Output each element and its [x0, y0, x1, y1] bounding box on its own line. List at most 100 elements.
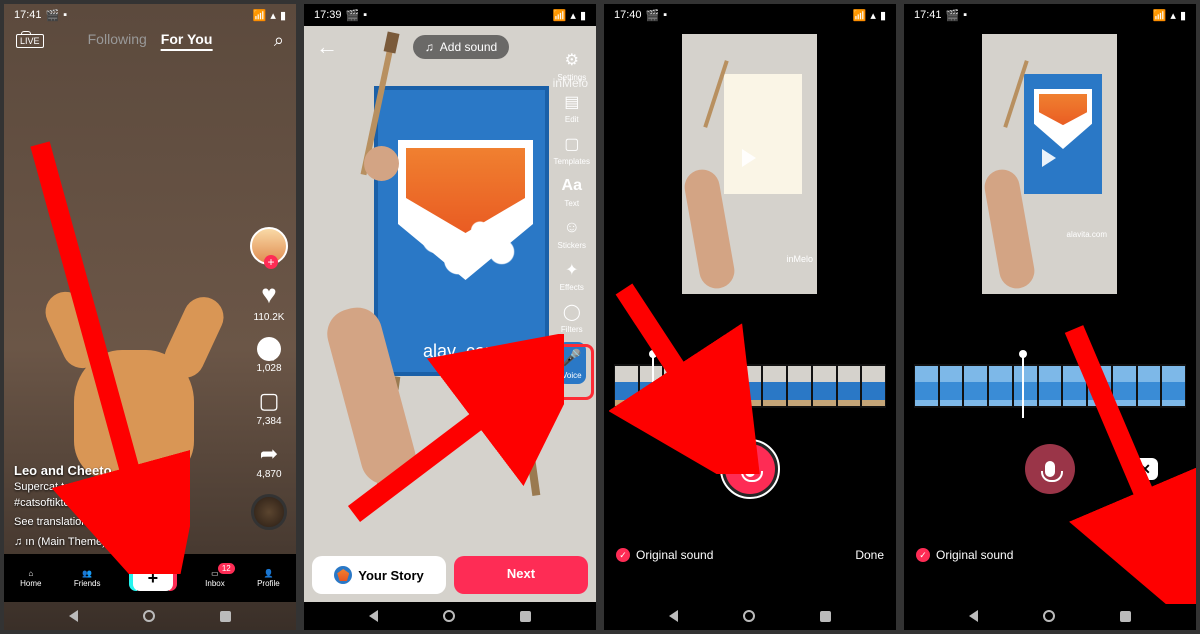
- timeline[interactable]: [614, 364, 886, 408]
- see-translation[interactable]: See translation: [14, 515, 236, 530]
- profile-icon: 👤: [263, 569, 273, 578]
- screen-4-voice-done: 17:41🎬▪ 📶▴▮ alavita.com ✕ ✓Original soun…: [904, 4, 1196, 630]
- story-icon: [334, 566, 352, 584]
- nav-profile[interactable]: 👤Profile: [257, 569, 280, 588]
- microphone-icon: [745, 461, 755, 477]
- live-icon[interactable]: LIVE: [16, 34, 44, 48]
- android-nav: [4, 602, 296, 630]
- comment-icon: [257, 337, 281, 361]
- music-note-icon: ♫: [425, 40, 434, 54]
- bookmark-button[interactable]: ▢7,384: [256, 388, 281, 427]
- editor-tool-rail: ⚙Settings ▤Edit ▢Templates AaText ☺Stick…: [554, 48, 590, 384]
- caption-overlay: Leo and Cheeto Supercat to your res... .…: [14, 462, 236, 550]
- inbox-badge: 12: [218, 563, 235, 574]
- stickers-icon: ☺: [560, 216, 584, 240]
- status-bar: 17:41🎬▪ 📶▴▮: [4, 4, 296, 26]
- status-bar: 17:41🎬▪ 📶▴▮: [904, 4, 1196, 26]
- friends-icon: 👥: [82, 569, 92, 578]
- text-icon: Aa: [560, 174, 584, 198]
- close-icon: ✕: [1139, 461, 1151, 478]
- play-icon: [742, 149, 756, 167]
- android-nav: [304, 602, 596, 630]
- home-key[interactable]: [143, 610, 155, 622]
- canvas-text: alav .com: [378, 341, 545, 362]
- back-key[interactable]: [969, 610, 978, 622]
- recents-key[interactable]: [820, 611, 831, 622]
- bookmark-icon: ▢: [259, 388, 280, 414]
- status-bar: 17:40🎬▪ 📶▴▮: [604, 4, 896, 26]
- author-name[interactable]: Leo and Cheeto: [14, 462, 236, 480]
- recents-key[interactable]: [1120, 611, 1131, 622]
- check-icon: ✓: [616, 548, 630, 562]
- back-button[interactable]: ←: [316, 34, 338, 60]
- done-button[interactable]: Done: [1155, 548, 1184, 562]
- bottom-nav: ⌂Home 👥Friends + ▭12Inbox 👤Profile: [4, 554, 296, 602]
- screen-1-feed: 17:41🎬▪ 📶▴▮ LIVE Following For You ⌕ ♥11…: [4, 4, 296, 630]
- video-preview[interactable]: inMelo: [682, 34, 817, 294]
- watermark: inMelo: [786, 254, 813, 264]
- sound-marquee[interactable]: ♫ ın (Main Theme) - 10ı...: [14, 535, 236, 550]
- status-bar: 17:39🎬▪ 📶▴▮: [304, 4, 596, 26]
- back-key[interactable]: [369, 610, 378, 622]
- caption-line1: Supercat to your res... ...yp: [14, 481, 146, 493]
- microphone-icon: [1045, 461, 1055, 477]
- done-button[interactable]: Done: [855, 548, 884, 562]
- comment-button[interactable]: 1,028: [256, 337, 281, 374]
- check-icon: ✓: [916, 548, 930, 562]
- tool-templates[interactable]: ▢Templates: [554, 132, 590, 166]
- recents-key[interactable]: [520, 611, 531, 622]
- nav-inbox[interactable]: ▭12Inbox: [205, 569, 225, 588]
- video-preview[interactable]: alavita.com: [982, 34, 1117, 294]
- recents-key[interactable]: [220, 611, 231, 622]
- tool-settings[interactable]: ⚙Settings: [557, 48, 586, 82]
- nav-friends[interactable]: 👥Friends: [74, 569, 101, 588]
- original-sound-toggle[interactable]: ✓Original sound: [916, 548, 1013, 562]
- painting: alav .com: [374, 86, 549, 376]
- home-icon: ⌂: [28, 569, 33, 578]
- sound-disc[interactable]: [251, 494, 287, 530]
- android-nav: [904, 602, 1196, 630]
- tool-stickers[interactable]: ☺Stickers: [558, 216, 586, 250]
- tool-text[interactable]: AaText: [560, 174, 584, 208]
- see-more[interactable]: See more: [130, 497, 178, 509]
- add-sound-button[interactable]: ♫Add sound: [413, 35, 509, 59]
- playhead[interactable]: [1022, 354, 1024, 418]
- next-button[interactable]: Next: [454, 556, 588, 594]
- home-key[interactable]: [743, 610, 755, 622]
- your-story-button[interactable]: Your Story: [312, 556, 446, 594]
- gear-icon: ⚙: [560, 48, 584, 72]
- tab-for-you[interactable]: For You: [161, 31, 213, 51]
- clock: 17:39: [314, 9, 342, 21]
- nav-create[interactable]: +: [133, 565, 173, 591]
- clock: 17:41: [14, 9, 42, 21]
- tool-filters[interactable]: ◯Filters: [560, 300, 584, 334]
- timeline[interactable]: [914, 364, 1186, 408]
- templates-icon: ▢: [560, 132, 584, 156]
- record-button[interactable]: [1025, 444, 1075, 494]
- feed-tabs: Following For You: [88, 31, 213, 51]
- original-sound-toggle[interactable]: ✓Original sound: [616, 548, 713, 562]
- tool-edit[interactable]: ▤Edit: [560, 90, 584, 124]
- tab-following[interactable]: Following: [88, 31, 147, 51]
- search-icon[interactable]: ⌕: [274, 30, 284, 51]
- heart-icon: ♥: [261, 279, 276, 310]
- playhead[interactable]: [652, 354, 654, 418]
- like-button[interactable]: ♥110.2K: [254, 279, 285, 323]
- canvas-text: alavita.com: [1067, 230, 1107, 239]
- author-avatar[interactable]: [250, 227, 288, 265]
- home-key[interactable]: [443, 610, 455, 622]
- share-button[interactable]: ➦4,870: [256, 441, 281, 480]
- back-key[interactable]: [669, 610, 678, 622]
- delete-voice-button[interactable]: ✕: [1132, 458, 1158, 480]
- editor-canvas[interactable]: alav .com: [304, 26, 596, 602]
- screen-2-editor: 17:39🎬▪ 📶▴▮ alav .com ← ♫Add sound inMel…: [304, 4, 596, 630]
- android-nav: [604, 602, 896, 630]
- home-key[interactable]: [1043, 610, 1055, 622]
- tutorial-highlight-box: [550, 344, 594, 400]
- tool-effects[interactable]: ✦Effects: [560, 258, 584, 292]
- record-button[interactable]: [725, 444, 775, 494]
- nav-home[interactable]: ⌂Home: [20, 569, 41, 588]
- back-key[interactable]: [69, 610, 78, 622]
- screen-3-voice-record: 17:40🎬▪ 📶▴▮ inMelo ✓Original sound Done: [604, 4, 896, 630]
- clock: 17:41: [914, 9, 942, 21]
